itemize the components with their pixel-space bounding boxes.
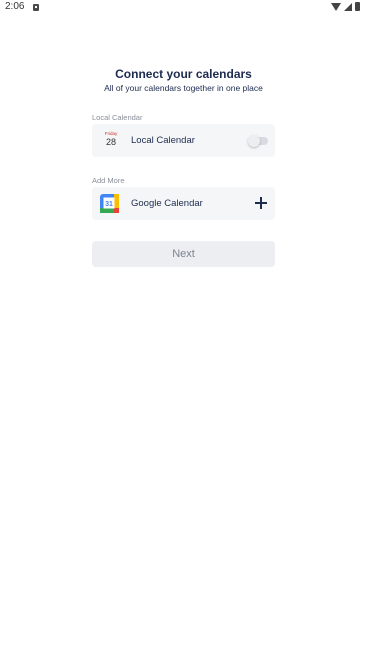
page-subtitle: All of your calendars together in one pl…	[104, 83, 263, 93]
download-icon	[33, 4, 39, 11]
google-calendar-label: Google Calendar	[131, 198, 203, 209]
status-time: 2:06	[5, 1, 25, 12]
local-calendar-label: Local Calendar	[131, 135, 195, 146]
local-calendar-toggle[interactable]	[248, 135, 268, 147]
add-more-section-label: Add More	[92, 176, 125, 185]
plus-icon[interactable]	[255, 197, 267, 209]
next-button[interactable]: Next	[92, 241, 275, 267]
local-calendar-row[interactable]: Friday 28 Local Calendar	[92, 124, 275, 157]
toggle-knob	[248, 135, 260, 147]
google-calendar-icon: 31	[100, 194, 119, 213]
cell-signal-icon	[344, 2, 352, 11]
date-calendar-icon: Friday 28	[101, 131, 121, 151]
date-icon-number: 28	[105, 137, 116, 147]
local-calendar-section-label: Local Calendar	[92, 113, 143, 122]
google-calendar-icon-text: 31	[105, 201, 113, 208]
status-icons	[331, 2, 360, 11]
battery-icon	[355, 2, 360, 11]
wifi-icon	[331, 2, 341, 11]
status-bar: 2:06	[0, 0, 367, 16]
google-calendar-row[interactable]: 31 Google Calendar	[92, 187, 275, 220]
page-title: Connect your calendars	[115, 67, 252, 81]
